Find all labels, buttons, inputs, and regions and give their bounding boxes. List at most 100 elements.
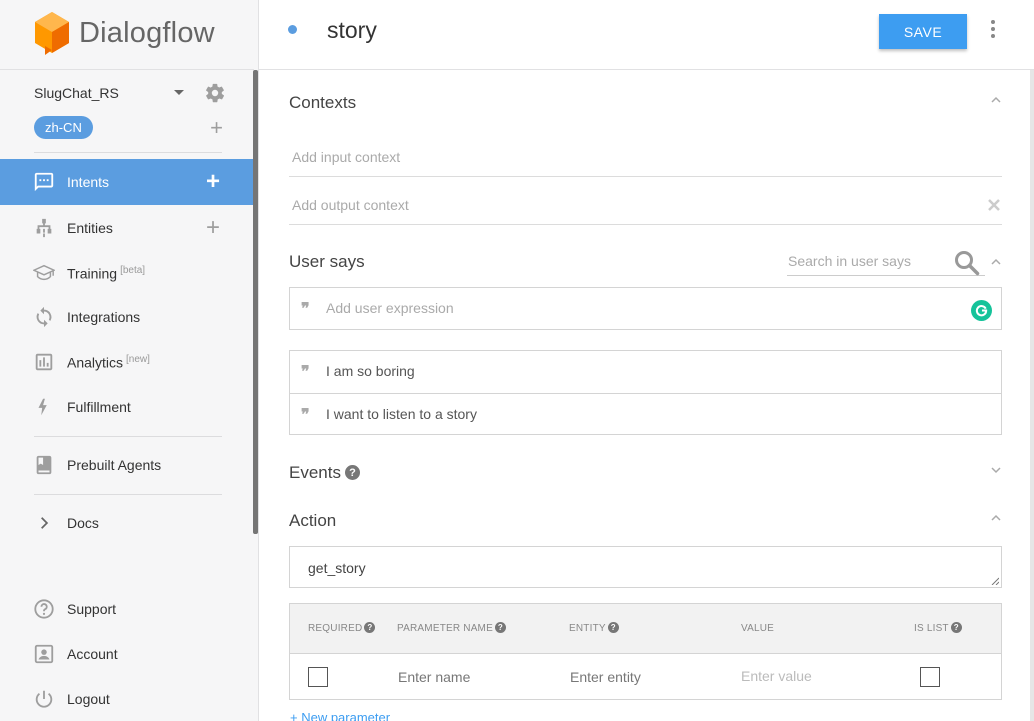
divider — [34, 152, 222, 153]
table-header: REQUIRED? PARAMETER NAME? ENTITY? VALUE … — [290, 604, 1001, 654]
divider — [0, 69, 254, 70]
column-header-is-list: IS LIST? — [914, 622, 962, 634]
sidebar-item-prebuilt-agents[interactable]: Prebuilt Agents — [0, 442, 254, 488]
help-circle-icon — [33, 598, 55, 620]
resize-handle-icon[interactable] — [991, 577, 999, 585]
action-value: get_story — [308, 560, 366, 576]
expression-text[interactable]: I am so boring — [326, 363, 415, 379]
chevron-up-icon[interactable] — [990, 94, 1002, 106]
sidebar-item-label: Account — [67, 646, 118, 662]
chevron-right-icon — [33, 512, 55, 534]
value-input[interactable]: Enter value — [741, 668, 812, 684]
power-icon — [33, 688, 55, 710]
entity-input[interactable]: Enter entity — [570, 669, 641, 685]
add-intent-icon[interactable]: + — [203, 170, 223, 194]
sidebar-item-label: Intents — [67, 174, 110, 190]
intent-header: story SAVE — [259, 0, 1034, 70]
agent-selector[interactable]: SlugChat_RS — [34, 82, 226, 104]
search-icon[interactable] — [954, 250, 980, 276]
new-badge: [new] — [126, 353, 150, 365]
lightning-icon — [33, 396, 55, 418]
help-icon[interactable]: ? — [344, 465, 360, 481]
graduation-cap-icon — [33, 262, 55, 284]
sidebar-item-entities[interactable]: Entities + — [0, 205, 254, 251]
chevron-down-icon[interactable] — [990, 464, 1002, 476]
parameter-name-input[interactable]: Enter name — [398, 669, 470, 685]
language-row: zh-CN + — [34, 116, 226, 142]
sync-icon — [33, 306, 55, 328]
divider — [34, 494, 222, 495]
help-icon[interactable]: ? — [364, 622, 376, 633]
dialogflow-logo-icon — [35, 12, 69, 55]
expression-text[interactable]: I want to listen to a story — [326, 406, 477, 422]
input-context-placeholder: Add input context — [292, 148, 401, 165]
sidebar-item-label: Integrations — [67, 309, 141, 325]
contexts-title[interactable]: Contexts — [289, 93, 356, 113]
main-scrollbar[interactable] — [1030, 70, 1034, 721]
clear-icon[interactable] — [988, 199, 1000, 211]
grammarly-icon[interactable] — [971, 300, 992, 321]
beta-badge: [beta] — [120, 264, 146, 276]
events-title[interactable]: Events? — [289, 463, 360, 483]
sidebar-item-account[interactable]: Account — [0, 631, 254, 677]
user-says-title[interactable]: User says — [289, 252, 365, 272]
sidebar-item-label: Docs — [67, 515, 99, 531]
hierarchy-icon — [33, 217, 55, 239]
column-header-entity: ENTITY? — [569, 622, 619, 634]
divider — [34, 436, 222, 437]
add-entity-icon[interactable]: + — [203, 216, 223, 240]
sidebar-item-label: Fulfillment — [67, 399, 131, 415]
language-badge[interactable]: zh-CN — [34, 116, 93, 139]
sidebar-item-label: Prebuilt Agents — [67, 457, 162, 473]
help-icon[interactable]: ? — [950, 622, 962, 633]
sidebar-item-label: Logout — [67, 691, 110, 707]
quote-icon: ❞ — [301, 405, 310, 424]
intent-editor: story SAVE Contexts Add input context Ad… — [259, 0, 1034, 721]
dialogflow-logo[interactable]: Dialogflow — [33, 10, 215, 56]
list-item[interactable]: ❞ I want to listen to a story — [290, 393, 1001, 435]
chat-icon — [33, 171, 55, 193]
chevron-up-icon[interactable] — [990, 512, 1002, 524]
sidebar-item-label: Support — [67, 601, 117, 617]
new-parameter-link[interactable]: + New parameter — [290, 710, 390, 721]
required-checkbox[interactable] — [308, 667, 328, 687]
action-title[interactable]: Action — [289, 511, 336, 531]
add-expression-placeholder: Add user expression — [326, 300, 454, 316]
bar-chart-icon — [33, 351, 55, 373]
book-icon — [33, 454, 55, 476]
parameters-table: REQUIRED? PARAMETER NAME? ENTITY? VALUE … — [289, 603, 1002, 700]
sidebar-item-integrations[interactable]: Integrations — [0, 294, 254, 340]
app-name: Dialogflow — [79, 16, 215, 49]
caret-down-icon[interactable] — [174, 90, 184, 95]
list-item[interactable]: ❞ I am so boring — [290, 351, 1001, 393]
sidebar-item-support[interactable]: Support — [0, 586, 254, 632]
add-language-icon[interactable]: + — [210, 117, 223, 139]
intent-title[interactable]: story — [327, 17, 377, 44]
gear-icon[interactable] — [204, 82, 226, 104]
sidebar-item-docs[interactable]: Docs — [0, 500, 254, 546]
action-name-field[interactable]: get_story — [289, 546, 1002, 588]
sidebar-scrollbar[interactable] — [253, 70, 258, 534]
input-context-field[interactable]: Add input context — [289, 137, 1002, 177]
chevron-up-icon[interactable] — [990, 256, 1002, 268]
sidebar-item-label: Training [beta] — [67, 264, 146, 282]
quote-icon: ❞ — [301, 299, 310, 318]
output-context-field[interactable]: Add output context — [289, 185, 1002, 225]
column-header-parameter-name: PARAMETER NAME? — [397, 622, 506, 634]
sidebar-item-analytics[interactable]: Analytics [new] — [0, 339, 254, 385]
help-icon[interactable]: ? — [607, 622, 619, 633]
sidebar-item-fulfillment[interactable]: Fulfillment — [0, 384, 254, 430]
more-vert-icon[interactable] — [989, 20, 997, 38]
sidebar-item-logout[interactable]: Logout — [0, 676, 254, 721]
sidebar-item-training[interactable]: Training [beta] — [0, 250, 254, 296]
status-dot-icon — [288, 25, 297, 34]
add-user-expression-field[interactable]: ❞ Add user expression — [289, 287, 1002, 330]
sidebar-item-intents[interactable]: Intents + — [0, 159, 254, 205]
account-box-icon — [33, 643, 55, 665]
search-placeholder: Search in user says — [788, 253, 911, 269]
help-icon[interactable]: ? — [494, 622, 506, 633]
quote-icon: ❞ — [301, 362, 310, 381]
is-list-checkbox[interactable] — [920, 667, 940, 687]
agent-name: SlugChat_RS — [34, 85, 119, 101]
save-button[interactable]: SAVE — [879, 14, 967, 49]
